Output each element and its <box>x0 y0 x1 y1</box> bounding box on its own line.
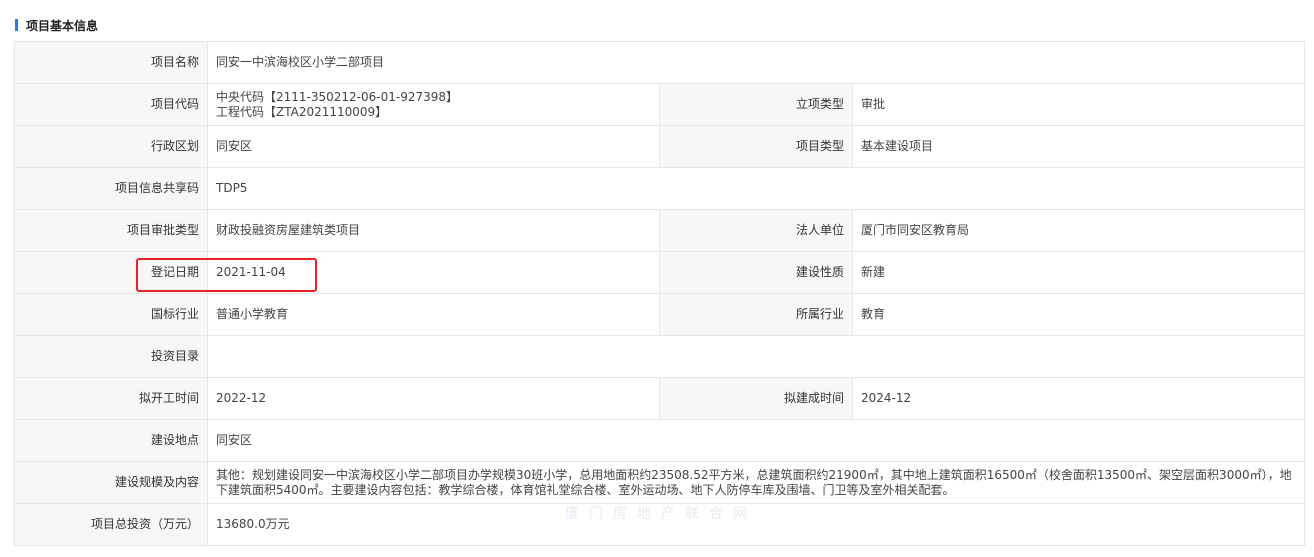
value-total-investment: 13680.0万元 <box>207 503 1305 546</box>
row-total-investment: 项目总投资（万元） 13680.0万元 <box>14 503 1305 546</box>
value-location: 同安区 <box>207 419 1305 462</box>
value-district: 同安区 <box>207 125 660 168</box>
value-project-code: 中央代码【2111-350212-06-01-927398】 工程代码【ZTA2… <box>207 83 660 126</box>
value-project-name: 同安一中滨海校区小学二部项目 <box>207 41 1305 84</box>
row-share-code: 项目信息共享码 TDP5 <box>14 167 1305 210</box>
label-construction-nature: 建设性质 <box>659 251 853 294</box>
label-district: 行政区划 <box>14 125 208 168</box>
label-share-code: 项目信息共享码 <box>14 167 208 210</box>
row-location: 建设地点 同安区 <box>14 419 1305 462</box>
row-district: 行政区划 同安区 项目类型 基本建设项目 <box>14 125 1305 168</box>
label-scale: 建设规模及内容 <box>14 461 208 504</box>
value-scale: 其他：规划建设同安一中滨海校区小学二部项目办学规模30班小学，总用地面积约235… <box>207 461 1305 504</box>
value-approval-type: 财政投融资房屋建筑类项目 <box>207 209 660 252</box>
row-project-name: 项目名称 同安一中滨海校区小学二部项目 <box>14 41 1305 84</box>
label-project-code: 项目代码 <box>14 83 208 126</box>
value-sector: 教育 <box>852 293 1305 336</box>
label-register-date: 登记日期 <box>14 251 208 294</box>
label-planned-start: 拟开工时间 <box>14 377 208 420</box>
value-investment-catalog <box>207 335 1305 378</box>
section-header: 项目基本信息 <box>15 16 98 34</box>
value-national-industry: 普通小学教育 <box>207 293 660 336</box>
row-register-date: 登记日期 2021-11-04 建设性质 新建 <box>14 251 1305 294</box>
engineering-code: 工程代码【ZTA2021110009】 <box>216 104 388 119</box>
row-schedule: 拟开工时间 2022-12 拟建成时间 2024-12 <box>14 377 1305 420</box>
row-approval-type: 项目审批类型 财政投融资房屋建筑类项目 法人单位 厦门市同安区教育局 <box>14 209 1305 252</box>
label-project-name: 项目名称 <box>14 41 208 84</box>
value-project-type: 基本建设项目 <box>852 125 1305 168</box>
value-approval-mode: 审批 <box>852 83 1305 126</box>
label-planned-completion: 拟建成时间 <box>659 377 853 420</box>
row-investment-catalog: 投资目录 <box>14 335 1305 378</box>
section-accent-bar <box>15 19 18 31</box>
label-national-industry: 国标行业 <box>14 293 208 336</box>
label-approval-mode: 立项类型 <box>659 83 853 126</box>
row-project-code: 项目代码 中央代码【2111-350212-06-01-927398】 工程代码… <box>14 83 1305 126</box>
label-total-investment: 项目总投资（万元） <box>14 503 208 546</box>
value-register-date: 2021-11-04 <box>207 251 660 294</box>
value-construction-nature: 新建 <box>852 251 1305 294</box>
central-code: 中央代码【2111-350212-06-01-927398】 <box>216 89 459 104</box>
label-location: 建设地点 <box>14 419 208 462</box>
label-sector: 所属行业 <box>659 293 853 336</box>
row-scale: 建设规模及内容 其他：规划建设同安一中滨海校区小学二部项目办学规模30班小学，总… <box>14 461 1305 504</box>
label-legal-entity: 法人单位 <box>659 209 853 252</box>
row-industry: 国标行业 普通小学教育 所属行业 教育 <box>14 293 1305 336</box>
value-legal-entity: 厦门市同安区教育局 <box>852 209 1305 252</box>
project-info-table: 项目名称 同安一中滨海校区小学二部项目 项目代码 中央代码【2111-35021… <box>14 41 1305 546</box>
label-project-type: 项目类型 <box>659 125 853 168</box>
section-title: 项目基本信息 <box>26 18 99 33</box>
value-planned-completion: 2024-12 <box>852 377 1305 420</box>
value-planned-start: 2022-12 <box>207 377 660 420</box>
label-approval-type: 项目审批类型 <box>14 209 208 252</box>
label-investment-catalog: 投资目录 <box>14 335 208 378</box>
value-share-code: TDP5 <box>207 167 1305 210</box>
